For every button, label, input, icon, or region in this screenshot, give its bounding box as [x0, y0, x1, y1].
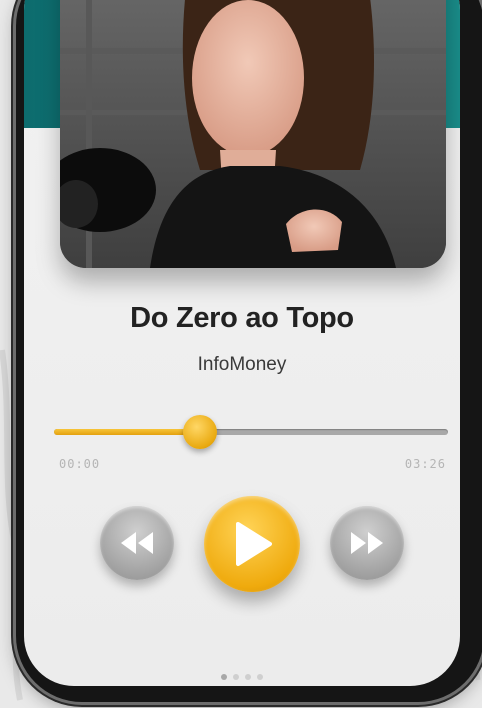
- fast-forward-icon: [351, 532, 383, 554]
- page-dot: [245, 674, 251, 680]
- page-dot: [257, 674, 263, 680]
- page-dot: [221, 674, 227, 680]
- elapsed-time: 00:00: [59, 457, 101, 471]
- episode-artwork: [60, 0, 446, 268]
- episode-artist: InfoMoney: [197, 354, 287, 375]
- fast-forward-button[interactable]: [330, 506, 404, 580]
- page-dot: [233, 674, 239, 680]
- progress-slider[interactable]: [54, 415, 448, 449]
- page-indicator: [24, 667, 460, 685]
- episode-title: Do Zero ao Topo: [130, 302, 354, 334]
- progress-thumb[interactable]: [182, 415, 217, 449]
- play-icon: [236, 522, 272, 566]
- player-screen: Do Zero ao Topo InfoMoney 00:00 03:26: [24, 0, 460, 686]
- progress-fill: [54, 429, 200, 435]
- host-photo: [60, 0, 446, 268]
- play-button[interactable]: [204, 496, 300, 592]
- rewind-icon: [121, 532, 153, 554]
- rewind-button[interactable]: [100, 506, 174, 580]
- total-duration: 03:26: [404, 457, 446, 471]
